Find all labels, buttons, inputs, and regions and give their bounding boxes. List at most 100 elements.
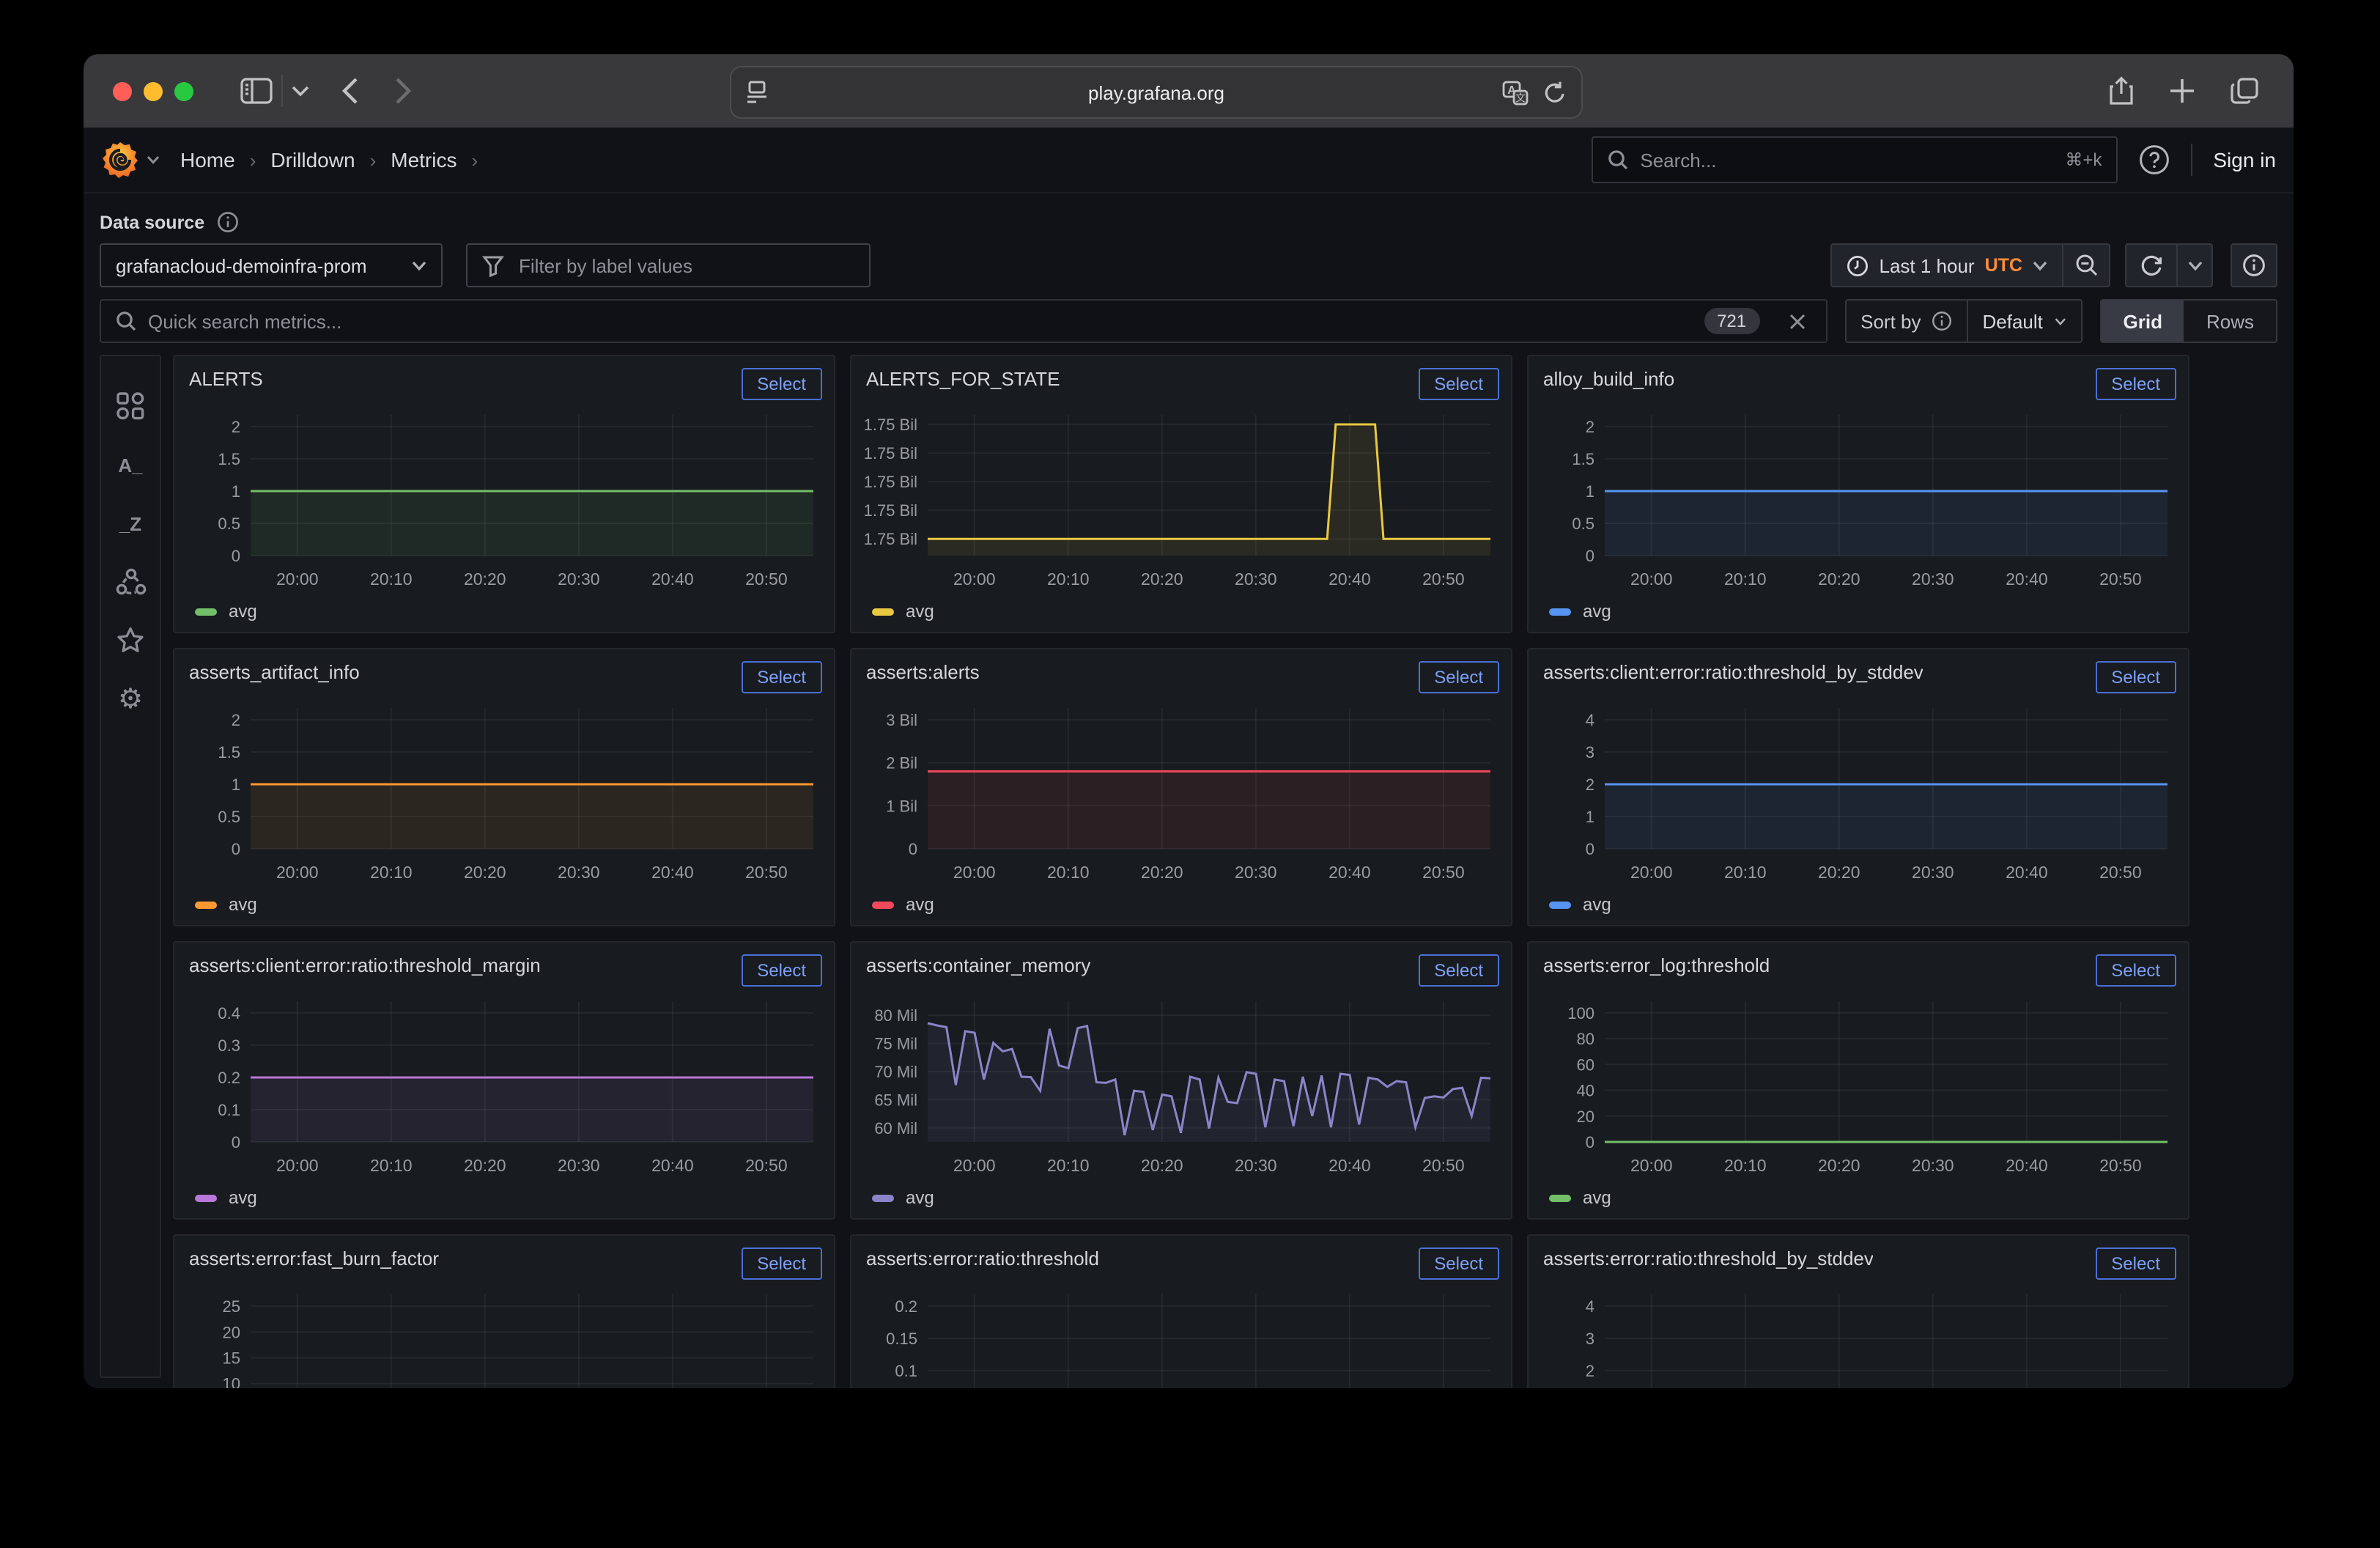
minimize-window-button[interactable] <box>144 81 163 100</box>
breadcrumb-separator: › <box>250 149 256 171</box>
view-rows-button[interactable]: Rows <box>2184 301 2276 342</box>
legend-label[interactable]: avg <box>906 601 934 622</box>
share-icon[interactable] <box>2109 75 2134 106</box>
panel-chart: 1.75 Bil1.75 Bil1.75 Bil1.75 Bil1.75 Bil… <box>851 403 1502 597</box>
sort-by-label: Sort by <box>1844 299 1967 343</box>
sort-za-icon[interactable]: _Z <box>113 506 148 541</box>
sort-dropdown[interactable]: Default <box>1968 299 2082 343</box>
svg-text:20:30: 20:30 <box>1912 1156 1954 1175</box>
side-icon-rail: A_ _Z ⚙ <box>100 355 161 1378</box>
grafana-logo[interactable] <box>101 141 139 179</box>
breadcrumb-home[interactable]: Home <box>180 148 235 172</box>
refresh-button[interactable] <box>2125 243 2178 287</box>
view-grid-button[interactable]: Grid <box>2102 301 2184 342</box>
panel-legend: avg <box>872 1187 934 1208</box>
panel-legend: avg <box>195 601 257 622</box>
result-count-badge: 721 <box>1704 308 1759 334</box>
select-button[interactable]: Select <box>2095 368 2176 400</box>
sidebar-toggle-icon[interactable] <box>240 78 273 104</box>
panel-title: asserts:client:error:ratio:threshold_by_… <box>1543 661 1923 683</box>
panel-chart: 4321020:0020:1020:2020:3020:4020:50 <box>1529 1283 2179 1388</box>
reader-icon[interactable] <box>746 80 768 105</box>
panel-legend: avg <box>1549 894 1611 915</box>
svg-text:20: 20 <box>223 1323 240 1341</box>
reload-icon[interactable] <box>1543 80 1567 105</box>
info-icon[interactable] <box>1932 311 1952 331</box>
select-button[interactable]: Select <box>1418 368 1499 400</box>
star-icon[interactable] <box>113 623 148 658</box>
info-icon[interactable] <box>216 211 238 233</box>
select-button[interactable]: Select <box>1418 661 1499 693</box>
url-bar[interactable]: play.grafana.org A文 <box>730 66 1583 119</box>
chevron-down-icon[interactable] <box>292 85 309 97</box>
legend-label[interactable]: avg <box>229 894 257 915</box>
legend-label[interactable]: avg <box>1583 894 1611 915</box>
sort-az-icon[interactable]: A_ <box>113 447 148 482</box>
data-source-label: Data source <box>100 212 204 232</box>
svg-text:20:30: 20:30 <box>1235 863 1277 882</box>
panel-header: asserts_artifact_info Select <box>174 649 834 693</box>
metrics-grid: ALERTSSelect21.510.5020:0020:1020:2020:3… <box>173 355 2189 1388</box>
panel-header: ALERTSSelect <box>174 356 834 400</box>
legend-color <box>872 901 894 908</box>
legend-label[interactable]: avg <box>906 894 934 915</box>
svg-text:0.5: 0.5 <box>218 808 240 826</box>
breadcrumb-drilldown[interactable]: Drilldown <box>270 148 355 172</box>
select-button[interactable]: Select <box>741 1247 822 1280</box>
settings-icon[interactable]: ⚙ <box>113 682 148 717</box>
select-button[interactable]: Select <box>741 954 822 987</box>
zoom-out-button[interactable] <box>2063 243 2110 287</box>
svg-text:20:40: 20:40 <box>1328 1156 1371 1175</box>
quick-search-input[interactable]: Quick search metrics... 721 <box>100 299 1827 343</box>
clear-search-icon[interactable] <box>1789 313 1805 329</box>
legend-label[interactable]: avg <box>229 601 257 622</box>
global-search-input[interactable]: Search... ⌘+k <box>1592 136 2118 183</box>
header-divider <box>2191 144 2192 176</box>
select-button[interactable]: Select <box>1418 954 1499 987</box>
new-tab-icon[interactable] <box>2169 75 2195 106</box>
url-text[interactable]: play.grafana.org <box>731 81 1581 103</box>
svg-text:0: 0 <box>1586 840 1594 858</box>
svg-text:20:10: 20:10 <box>1724 863 1767 882</box>
data-source-picker[interactable]: grafanacloud-demoinfra-prom <box>100 243 443 287</box>
close-window-button[interactable] <box>113 81 132 100</box>
legend-color <box>195 1194 217 1201</box>
panel-title: asserts_artifact_info <box>189 661 360 683</box>
panel-legend: avg <box>1549 1187 1611 1208</box>
svg-text:2: 2 <box>1586 775 1594 794</box>
panel-header: asserts:alertsSelect <box>851 649 1511 693</box>
select-button[interactable]: Select <box>741 368 822 400</box>
sign-in-link[interactable]: Sign in <box>2213 148 2276 172</box>
back-icon[interactable] <box>341 76 359 106</box>
select-button[interactable]: Select <box>2095 1247 2176 1280</box>
metric-panel: ALERTSSelect21.510.5020:0020:1020:2020:3… <box>173 355 835 633</box>
breadcrumb-metrics[interactable]: Metrics <box>391 148 457 172</box>
select-button[interactable]: Select <box>2095 954 2176 987</box>
legend-label[interactable]: avg <box>229 1187 257 1208</box>
panel-chart: 80 Mil75 Mil70 Mil65 Mil60 Mil20:0020:10… <box>851 989 1502 1183</box>
label-filter-input[interactable]: Filter by label values <box>466 243 871 287</box>
sort-control: Sort by Default <box>1844 299 2082 343</box>
traffic-lights <box>113 81 193 100</box>
legend-label[interactable]: avg <box>1583 601 1611 622</box>
info-button[interactable] <box>2231 243 2277 287</box>
svg-text:20:20: 20:20 <box>1818 570 1860 589</box>
org-switcher-chevron-icon[interactable] <box>147 155 160 164</box>
time-range-picker[interactable]: Last 1 hour UTC <box>1831 243 2064 287</box>
tab-overview-icon[interactable] <box>2231 75 2258 106</box>
svg-text:1.75 Bil: 1.75 Bil <box>864 501 917 520</box>
related-metrics-icon[interactable] <box>113 564 148 600</box>
apps-icon[interactable] <box>113 388 148 424</box>
legend-label[interactable]: avg <box>906 1187 934 1208</box>
select-button[interactable]: Select <box>741 661 822 693</box>
panel-title: asserts:client:error:ratio:threshold_mar… <box>189 954 541 976</box>
refresh-icon <box>2140 254 2163 277</box>
translate-icon[interactable]: A文 <box>1502 80 1529 105</box>
legend-label[interactable]: avg <box>1583 1187 1611 1208</box>
select-button[interactable]: Select <box>1418 1247 1499 1280</box>
help-icon[interactable] <box>2138 144 2170 176</box>
zoom-window-button[interactable] <box>174 81 193 100</box>
refresh-interval-dropdown[interactable] <box>2178 243 2213 287</box>
select-button[interactable]: Select <box>2095 661 2176 693</box>
svg-text:20:10: 20:10 <box>370 1156 413 1175</box>
